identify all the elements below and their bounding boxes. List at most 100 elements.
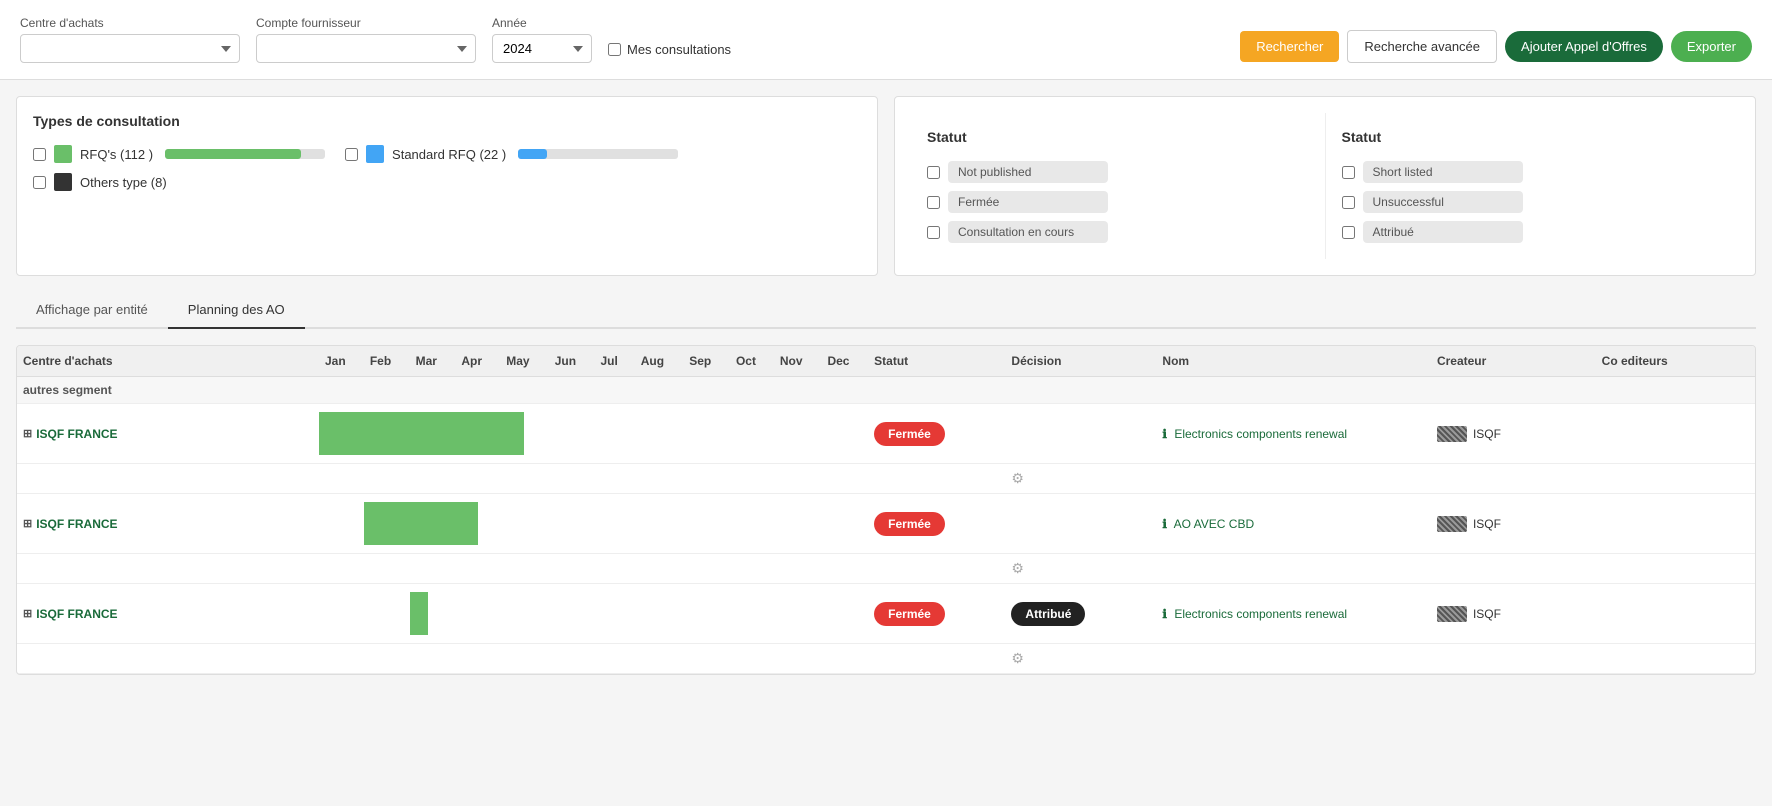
th-oct: Oct	[730, 346, 774, 377]
statut-right-title: Statut	[1342, 129, 1724, 145]
gantt-oct-3	[730, 584, 774, 644]
tab-planning[interactable]: Planning des AO	[168, 292, 305, 329]
statut-consultation-en-cours: Consultation en cours	[927, 221, 1309, 243]
annee-select[interactable]: 2024 2023 2025	[492, 34, 592, 63]
gantt-fill-jan-1	[319, 412, 364, 455]
statut-left-panel: Statut Not published Fermée Consultation…	[911, 113, 1325, 259]
statut-cell-2: Fermée	[868, 494, 1005, 554]
compte-select[interactable]	[256, 34, 476, 63]
type-rfqs-label: RFQ's (112 )	[80, 147, 153, 162]
gantt-sep-2	[683, 494, 730, 554]
mes-consultations-checkbox[interactable]	[608, 43, 621, 56]
annee-field: Année 2024 2023 2025	[492, 16, 592, 63]
expand-icon-2[interactable]: ⊞	[23, 517, 32, 530]
gantt-fill-mar-1	[410, 412, 456, 455]
type-standard-checkbox[interactable]	[345, 148, 358, 161]
statut-attribue-cb[interactable]	[1342, 226, 1355, 239]
gantt-jun-3	[549, 584, 595, 644]
gantt-oct-1	[730, 404, 774, 464]
gantt-jan-3	[319, 584, 364, 644]
statut-not-published-label: Not published	[948, 161, 1108, 183]
advanced-search-button[interactable]: Recherche avancée	[1347, 30, 1497, 63]
gear-cell-3: ⚙	[1005, 644, 1156, 674]
creator-avatar-1	[1437, 426, 1467, 442]
creator-name-1: ISQF	[1473, 427, 1501, 441]
view-tabs: Affichage par entité Planning des AO	[16, 292, 1756, 329]
tab-affichage[interactable]: Affichage par entité	[16, 292, 168, 329]
creator-avatar-3	[1437, 606, 1467, 622]
statut-right-list: Short listed Unsuccessful Attribué	[1342, 161, 1724, 243]
statut-attribue-label: Attribué	[1363, 221, 1523, 243]
gantt-oct-2	[730, 494, 774, 554]
standard-color-box	[366, 145, 384, 163]
statut-cell-1: Fermée	[868, 404, 1005, 464]
gantt-fill-feb-2	[364, 502, 410, 545]
export-button[interactable]: Exporter	[1671, 31, 1752, 62]
expand-icon-1[interactable]: ⊞	[23, 427, 32, 440]
gantt-sep-1	[683, 404, 730, 464]
expand-icon-3[interactable]: ⊞	[23, 607, 32, 620]
gantt-feb-2	[364, 494, 410, 554]
nom-cell-1: ℹ Electronics components renewal	[1156, 404, 1431, 464]
gantt-feb-1	[364, 404, 410, 464]
gantt-jan-2	[319, 494, 364, 554]
th-may: May	[500, 346, 549, 377]
createur-cell-2: ISQF	[1431, 494, 1596, 554]
add-appel-button[interactable]: Ajouter Appel d'Offres	[1505, 31, 1663, 62]
others-color-box	[54, 173, 72, 191]
type-others-checkbox[interactable]	[33, 176, 46, 189]
gear-icon-3[interactable]: ⚙	[1011, 650, 1024, 666]
th-centre: Centre d'achats	[17, 346, 319, 377]
gear-row-2: ⚙	[17, 554, 1755, 584]
th-dec: Dec	[821, 346, 868, 377]
nom-text-3[interactable]: Electronics components renewal	[1174, 607, 1347, 621]
standard-bar	[518, 149, 678, 159]
type-standard-rfq: Standard RFQ (22 )	[345, 145, 678, 163]
rfqs-color-box	[54, 145, 72, 163]
statut-not-published-cb[interactable]	[927, 166, 940, 179]
segment-row: autres segment	[17, 377, 1755, 404]
info-icon-2: ℹ	[1162, 517, 1167, 531]
filter-panels: Types de consultation RFQ's (112 ) Stand…	[16, 96, 1756, 276]
centre-select[interactable]	[20, 34, 240, 63]
statut-consultation-cb[interactable]	[927, 226, 940, 239]
gantt-jul-2	[595, 494, 635, 554]
gantt-jun-2	[549, 494, 595, 554]
types-panel: Types de consultation RFQ's (112 ) Stand…	[16, 96, 878, 276]
gantt-dec-3	[821, 584, 868, 644]
th-mar: Mar	[410, 346, 456, 377]
entity-name-2: ISQF FRANCE	[36, 517, 117, 531]
gear-icon-1[interactable]: ⚙	[1011, 470, 1024, 486]
statut-short-listed-cb[interactable]	[1342, 166, 1355, 179]
gantt-nov-2	[774, 494, 822, 554]
gantt-apr-2	[455, 494, 500, 554]
th-nov: Nov	[774, 346, 822, 377]
search-button[interactable]: Rechercher	[1240, 31, 1339, 62]
th-jun: Jun	[549, 346, 595, 377]
gantt-aug-2	[635, 494, 683, 554]
gear-icon-2[interactable]: ⚙	[1011, 560, 1024, 576]
main-table: Centre d'achats Jan Feb Mar Apr May Jun …	[17, 346, 1755, 674]
gantt-aug-3	[635, 584, 683, 644]
gantt-may-2	[500, 494, 549, 554]
nom-text-1[interactable]: Electronics components renewal	[1174, 427, 1347, 441]
decision-cell-1	[1005, 404, 1156, 464]
statut-unsuccessful-cb[interactable]	[1342, 196, 1355, 209]
statut-fermee-cb[interactable]	[927, 196, 940, 209]
compte-label: Compte fournisseur	[256, 16, 476, 30]
th-apr: Apr	[455, 346, 500, 377]
type-rfqs-checkbox[interactable]	[33, 148, 46, 161]
nom-text-2[interactable]: AO AVEC CBD	[1174, 517, 1254, 531]
types-row-1: RFQ's (112 ) Standard RFQ (22 )	[33, 145, 861, 163]
statut-right-panel: Statut Short listed Unsuccessful Attribu…	[1325, 113, 1740, 259]
types-row-2: Others type (8)	[33, 173, 861, 191]
scrollbar-cell-3	[1733, 584, 1755, 644]
decision-cell-2	[1005, 494, 1156, 554]
entity-name-cell-1: ⊞ ISQF FRANCE	[17, 404, 319, 464]
th-jul: Jul	[595, 346, 635, 377]
table-header-row: Centre d'achats Jan Feb Mar Apr May Jun …	[17, 346, 1755, 377]
types-panel-title: Types de consultation	[33, 113, 861, 129]
statut-consultation-label: Consultation en cours	[948, 221, 1108, 243]
gantt-sep-3	[683, 584, 730, 644]
mes-consultations-label: Mes consultations	[627, 42, 731, 57]
